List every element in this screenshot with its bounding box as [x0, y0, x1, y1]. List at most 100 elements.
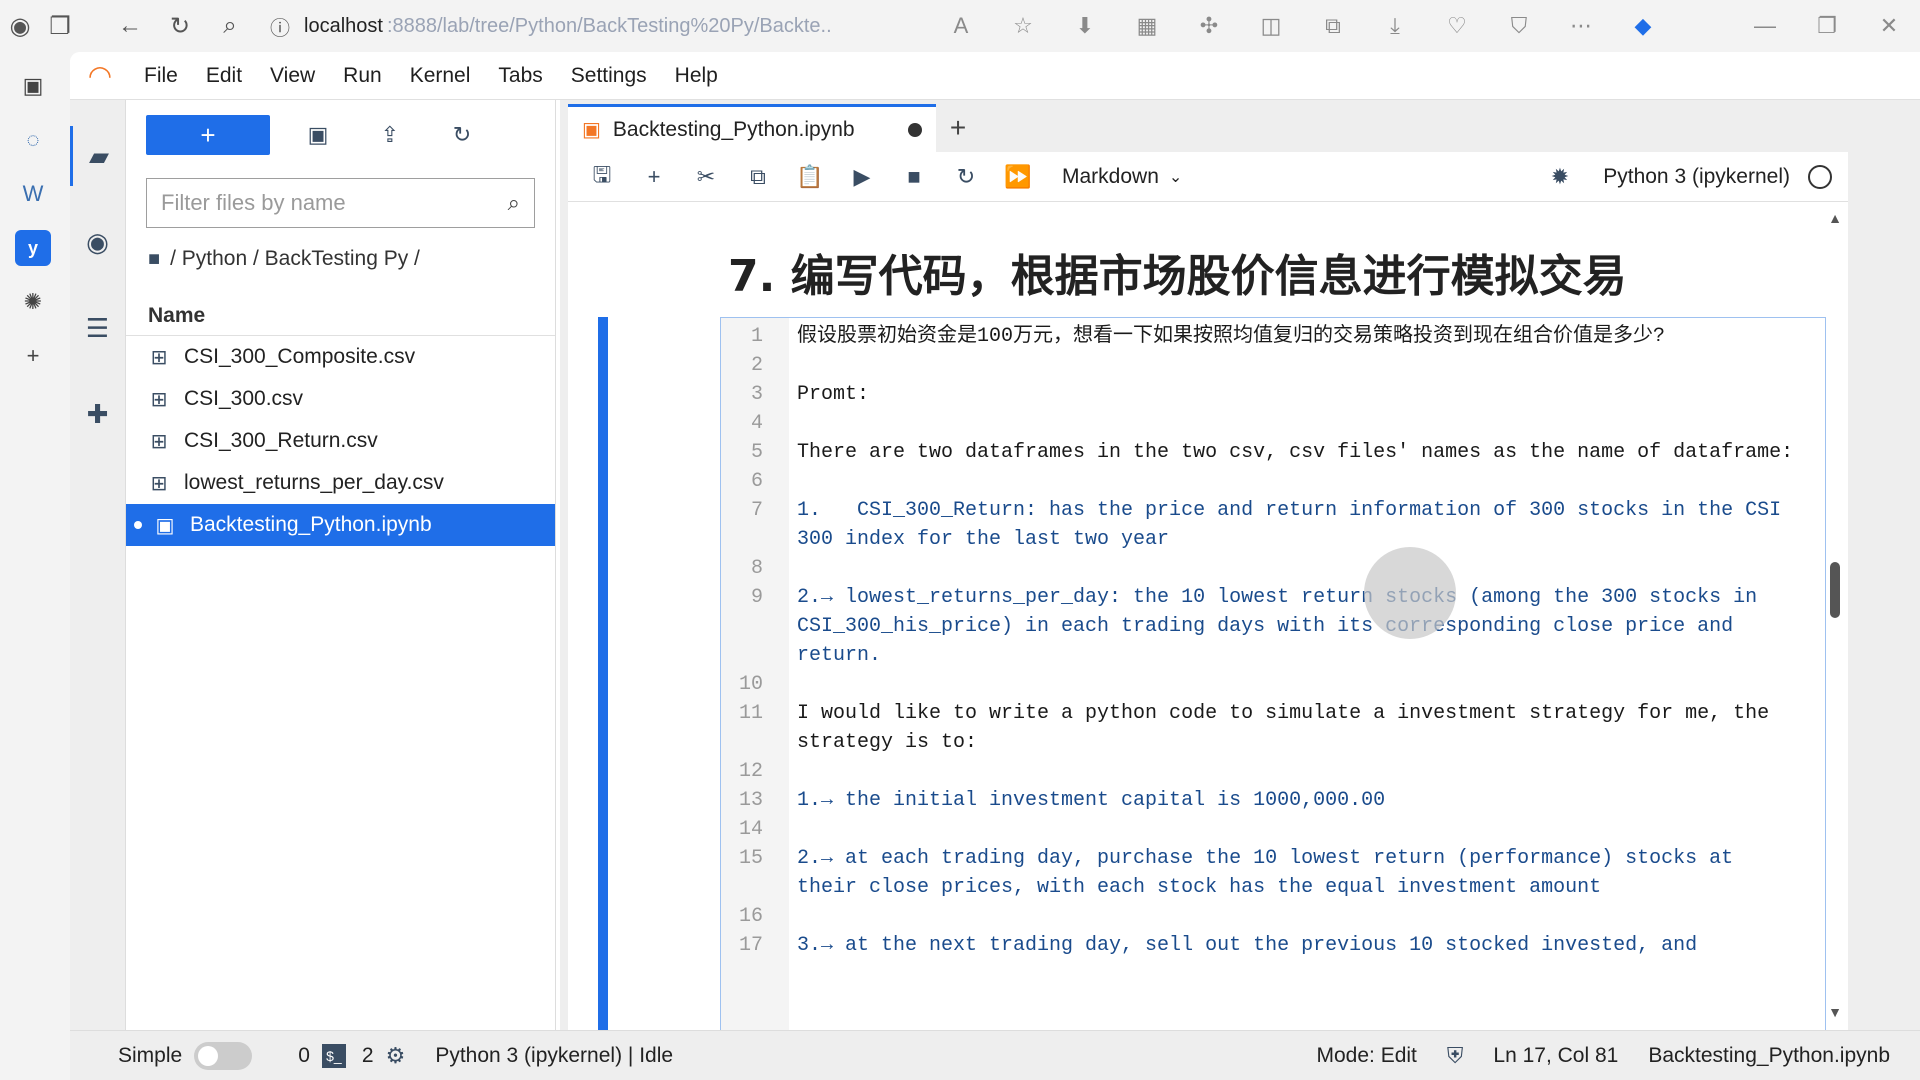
code-line[interactable]: 2 [721, 351, 1825, 380]
kernel-count[interactable]: 2 [362, 1044, 374, 1068]
back-icon[interactable]: ← [110, 6, 150, 46]
code-line[interactable]: 10 [721, 670, 1825, 699]
yahoo-tab-icon[interactable]: y [15, 230, 51, 266]
tab-actions-icon[interactable]: ▣ [15, 68, 51, 104]
jupyter-tab-icon[interactable]: ◌ [15, 122, 51, 158]
more-icon[interactable]: ⋯ [1550, 6, 1612, 46]
code-line[interactable]: 17 3.→ at the next trading day, sell out … [721, 931, 1825, 960]
file-item[interactable]: ⊞ CSI_300.csv [126, 378, 555, 420]
collections-icon[interactable]: ⧉ [1302, 6, 1364, 46]
code-line[interactable]: 4 [721, 409, 1825, 438]
code-line[interactable]: 11 I would like to write a python code to… [721, 699, 1825, 757]
extensions-icon[interactable]: ✚ [70, 384, 126, 444]
code-line[interactable]: 1 假设股票初始资金是100万元，想看一下如果按照均值复归的交易策略投资到现在组合… [721, 322, 1825, 351]
tab-notebook[interactable]: ▣ Backtesting_Python.ipynb [568, 104, 936, 152]
scroll-down-icon[interactable]: ▼ [1828, 1004, 1842, 1020]
filter-files-input[interactable] [161, 190, 508, 216]
terminal-icon[interactable]: $_ [321, 1043, 346, 1068]
run-all-icon[interactable]: ⏩ [992, 157, 1044, 197]
trusted-shield-icon[interactable]: ⛨ [1447, 1043, 1464, 1069]
favorite-icon[interactable]: ☆ [992, 6, 1054, 46]
refresh-icon[interactable]: ↻ [160, 6, 200, 46]
new-folder-icon[interactable]: ▣ [282, 115, 354, 155]
screen-icon[interactable]: ▦ [1116, 6, 1178, 46]
performance-icon[interactable]: ♡ [1426, 6, 1488, 46]
browser-essentials-icon[interactable]: ⛉ [1488, 6, 1550, 46]
menu-view[interactable]: View [256, 64, 329, 88]
debugger-bug-icon[interactable]: ✹ [1551, 164, 1569, 190]
profile-icon[interactable]: ◉ [0, 6, 40, 46]
notebook-content[interactable]: 7. 编写代码，根据市场股价信息进行模拟交易 1 假设股票初始资金是100万元，想… [568, 202, 1848, 1030]
new-launcher-button[interactable]: + [146, 115, 270, 155]
code-line[interactable]: 9 2.→ lowest_returns_per_day: the 10 lowe… [721, 583, 1825, 670]
running-kernels-icon[interactable]: ◉ [70, 212, 126, 272]
menu-kernel[interactable]: Kernel [396, 64, 485, 88]
menu-run[interactable]: Run [329, 64, 396, 88]
scrollbar-thumb[interactable] [1830, 562, 1840, 618]
kernel-name-button[interactable]: Python 3 (ipykernel) [1603, 165, 1790, 189]
table-of-contents-icon[interactable]: ☰ [70, 298, 126, 358]
file-item-selected[interactable]: ▣ Backtesting_Python.ipynb [126, 504, 555, 546]
new-tab-button[interactable]: + [936, 104, 980, 152]
stop-icon[interactable]: ■ [888, 157, 940, 197]
restart-kernel-icon[interactable]: ↻ [940, 157, 992, 197]
markdown-cell-editor[interactable]: 1 假设股票初始资金是100万元，想看一下如果按照均值复归的交易策略投资到现在组合… [720, 317, 1826, 1030]
run-icon[interactable]: ▶ [836, 157, 888, 197]
file-item[interactable]: ⊞ CSI_300_Composite.csv [126, 336, 555, 378]
copilot-icon[interactable]: ◆ [1612, 6, 1674, 46]
puzzle-icon[interactable]: ✣ [1178, 6, 1240, 46]
terminal-count[interactable]: 0 [298, 1044, 310, 1068]
cursor-position[interactable]: Ln 17, Col 81 [1493, 1044, 1618, 1068]
info-icon[interactable]: ⓘ [270, 12, 290, 41]
paste-icon[interactable]: 📋 [784, 157, 836, 197]
code-line[interactable]: 12 [721, 757, 1825, 786]
copy-icon[interactable]: ⧉ [732, 157, 784, 197]
name-column-header[interactable]: Name [126, 296, 555, 336]
code-line[interactable]: 15 2.→ at each trading day, purchase the … [721, 844, 1825, 902]
insert-cell-icon[interactable]: + [628, 157, 680, 197]
new-tab-icon[interactable]: + [15, 338, 51, 374]
word-tab-icon[interactable]: W [15, 176, 51, 212]
split-screen-icon[interactable]: ◫ [1240, 6, 1302, 46]
code-line[interactable]: 3 Promt: [721, 380, 1825, 409]
file-item[interactable]: ⊞ CSI_300_Return.csv [126, 420, 555, 462]
save-icon[interactable]: 🖫 [576, 157, 628, 197]
breadcrumb[interactable]: ■ / Python / BackTesting Py / [148, 244, 555, 274]
menu-tabs[interactable]: Tabs [484, 64, 556, 88]
code-line[interactable]: 13 1.→ the initial investment capital is … [721, 786, 1825, 815]
downloads-icon[interactable]: ⤓ [1364, 6, 1426, 46]
menu-settings[interactable]: Settings [557, 64, 661, 88]
code-line[interactable]: 16 [721, 902, 1825, 931]
breadcrumb-path[interactable]: / Python / BackTesting Py / [170, 247, 420, 271]
upload-icon[interactable]: ⇪ [354, 115, 426, 155]
code-line[interactable]: 8 [721, 554, 1825, 583]
read-aloud-icon[interactable]: A [930, 6, 992, 46]
menu-help[interactable]: Help [661, 64, 732, 88]
address-bar[interactable]: ⓘ localhost :8888/lab/tree/Python/BackTe… [270, 6, 830, 46]
restore-icon[interactable]: ❐ [1796, 6, 1858, 46]
minimize-icon[interactable]: — [1734, 6, 1796, 46]
unsaved-indicator-icon[interactable] [908, 122, 922, 137]
close-icon[interactable]: ✕ [1858, 6, 1920, 46]
folder-icon[interactable]: ■ [148, 248, 160, 271]
kernel-chip-icon[interactable]: ⚙ [386, 1043, 406, 1069]
extension-icon[interactable]: ⬇ [1054, 6, 1116, 46]
menu-edit[interactable]: Edit [192, 64, 256, 88]
file-item[interactable]: ⊞ lowest_returns_per_day.csv [126, 462, 555, 504]
workspaces-icon[interactable]: ❐ [40, 6, 80, 46]
scroll-up-icon[interactable]: ▲ [1828, 210, 1842, 226]
cell-collapser[interactable] [598, 317, 608, 1030]
code-line[interactable]: 6 [721, 467, 1825, 496]
refresh-files-icon[interactable]: ↻ [426, 115, 498, 155]
code-line[interactable]: 14 [721, 815, 1825, 844]
cell-type-dropdown[interactable]: Markdown ⌄ [1062, 165, 1182, 189]
chatgpt-tab-icon[interactable]: ✺ [15, 284, 51, 320]
code-line[interactable]: 7 1. CSI_300_Return: has the price and re… [721, 496, 1825, 554]
kernel-status-text[interactable]: Python 3 (ipykernel) | Idle [435, 1044, 673, 1068]
cut-icon[interactable]: ✂ [680, 157, 732, 197]
simple-mode-toggle[interactable] [194, 1041, 253, 1070]
code-line[interactable]: 5 There are two dataframes in the two csv… [721, 438, 1825, 467]
menu-file[interactable]: File [130, 64, 192, 88]
file-browser-icon[interactable]: ▰ [70, 126, 126, 186]
search-icon[interactable]: ⌕ [210, 6, 250, 46]
